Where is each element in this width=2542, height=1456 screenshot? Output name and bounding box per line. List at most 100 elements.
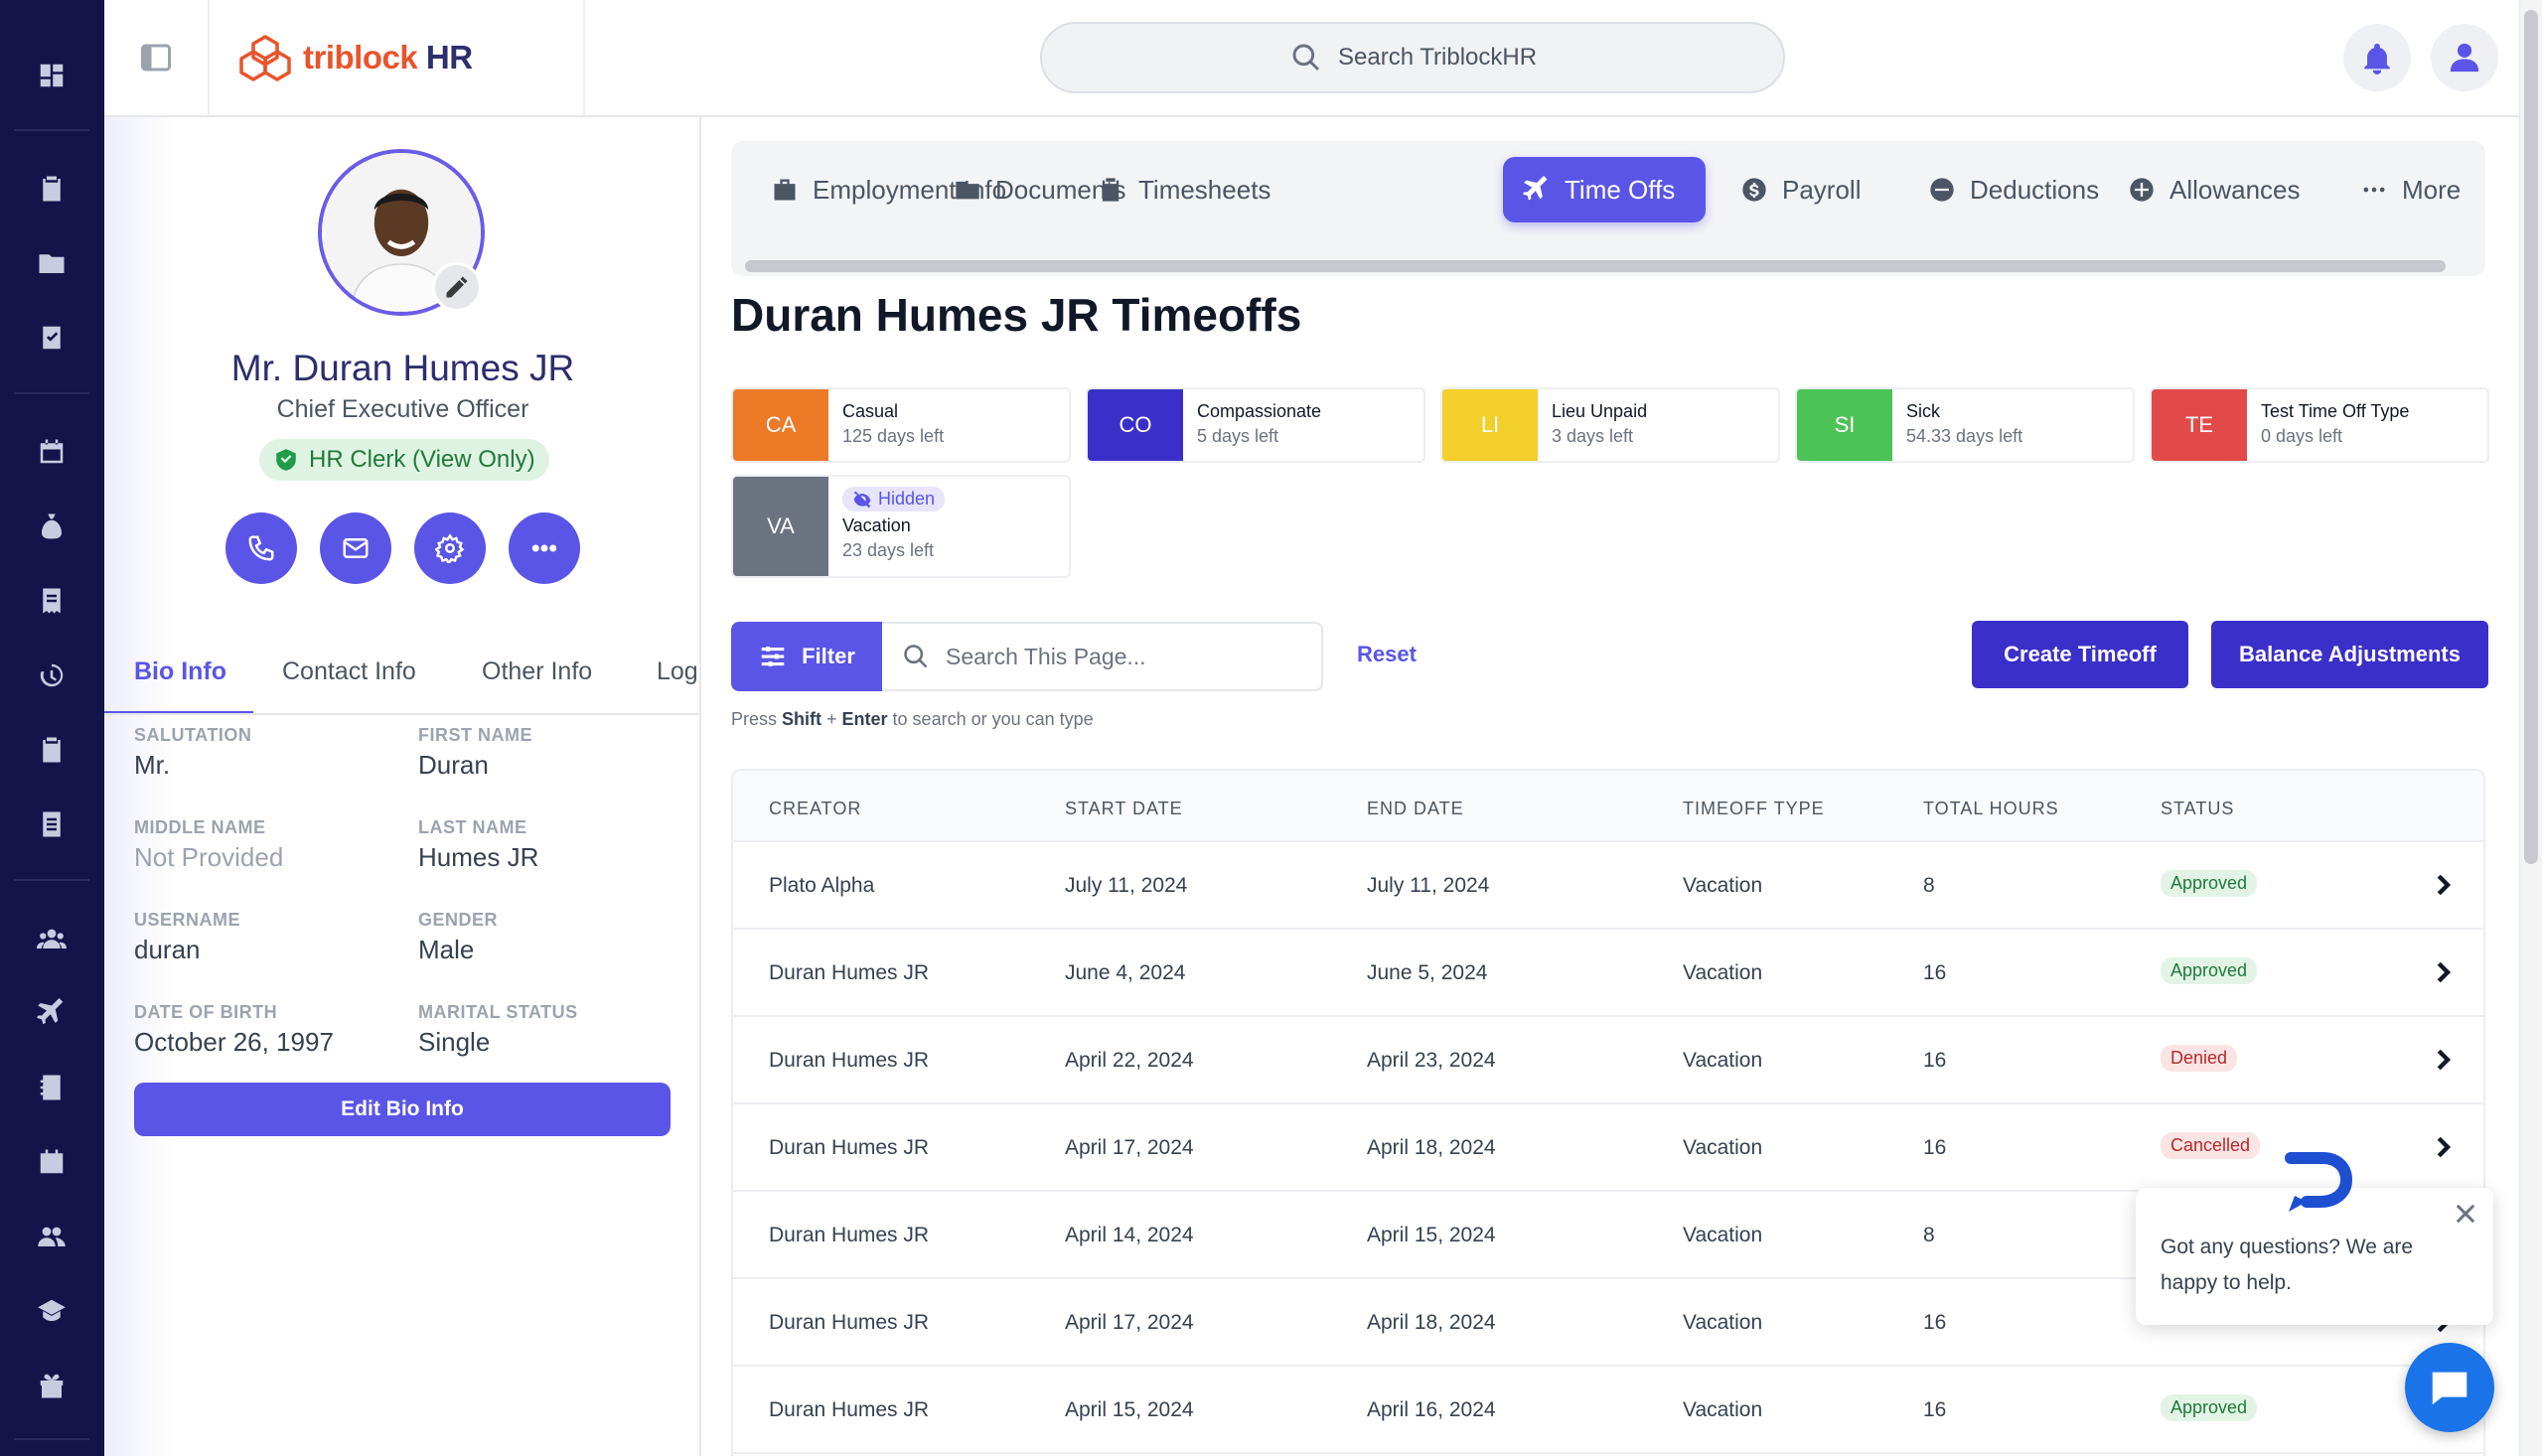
- sidebar-toggle-icon: [141, 44, 171, 72]
- reset-link[interactable]: Reset: [1357, 642, 1417, 667]
- cell-total-hours: 16: [1923, 961, 1947, 984]
- search-icon: [1292, 44, 1320, 72]
- folder-icon[interactable]: [34, 245, 70, 281]
- tab-payroll[interactable]: Payroll: [1720, 157, 1880, 222]
- contact-book-icon[interactable]: [34, 1070, 70, 1105]
- cell-start-date: April 15, 2024: [1065, 1398, 1194, 1421]
- money-bag-icon[interactable]: [34, 509, 70, 544]
- call-button[interactable]: [225, 512, 297, 584]
- column-status[interactable]: STATUS: [2161, 799, 2234, 819]
- tab-allowances[interactable]: Allowances: [2108, 157, 2320, 222]
- cell-end-date: April 18, 2024: [1367, 1136, 1496, 1159]
- cell-timeoff-type: Vacation: [1683, 1049, 1763, 1072]
- timeoff-card-compassionate[interactable]: CO Compassionate 5 days left: [1086, 387, 1425, 463]
- column-start-date[interactable]: START DATE: [1065, 799, 1183, 819]
- plus-circle-icon: [2130, 178, 2154, 202]
- table-row[interactable]: Duran Humes JR April 17, 2024 April 18, 20…: [733, 1104, 2483, 1192]
- cell-creator: Duran Humes JR: [769, 961, 930, 984]
- plane-icon: [1523, 176, 1548, 201]
- more-dots-icon: [531, 544, 557, 552]
- cell-total-hours: 16: [1923, 1136, 1947, 1159]
- cell-timeoff-type: Vacation: [1683, 1311, 1763, 1334]
- tab-more[interactable]: More: [2340, 157, 2480, 222]
- brand-logo[interactable]: triblock HR: [210, 0, 585, 115]
- settings-button[interactable]: [414, 512, 486, 584]
- team-icon[interactable]: [34, 1219, 70, 1254]
- graduation-cap-icon[interactable]: [34, 1293, 70, 1329]
- history-icon[interactable]: [34, 657, 70, 693]
- tab-log[interactable]: Log: [657, 628, 698, 713]
- receipt-icon[interactable]: [34, 583, 70, 619]
- tab-deductions[interactable]: Deductions: [1908, 157, 2119, 222]
- timeoff-card-lieu-unpaid[interactable]: LI Lieu Unpaid 3 days left: [1440, 387, 1780, 463]
- briefcase-icon: [774, 179, 796, 201]
- table-row[interactable]: Duran Humes JR April 22, 2024 April 23, 20…: [733, 1017, 2483, 1104]
- dashboard-icon[interactable]: [34, 58, 70, 93]
- document-icon[interactable]: [34, 806, 70, 842]
- cell-start-date: June 4, 2024: [1065, 961, 1186, 984]
- tab-timesheets[interactable]: Timesheets: [1077, 157, 1290, 222]
- active-tab-indicator: [104, 711, 253, 713]
- tab-contact-info[interactable]: Contact Info: [282, 628, 416, 713]
- tab-other-info[interactable]: Other Info: [482, 628, 592, 713]
- page-search-input[interactable]: [946, 643, 1283, 670]
- chat-launcher-button[interactable]: [2405, 1343, 2494, 1432]
- timeoff-card-test[interactable]: TE Test Time Off Type 0 days left: [2150, 387, 2489, 463]
- tabs-scrollbar[interactable]: [745, 260, 2446, 272]
- table-row[interactable]: Duran Humes JR June 4, 2024 June 5, 2024 Va…: [733, 930, 2483, 1017]
- chevron-right-icon[interactable]: [2428, 1045, 2458, 1075]
- calendar-grid-icon[interactable]: [34, 1144, 70, 1180]
- gear-icon: [435, 533, 465, 563]
- global-search[interactable]: Search TriblockHR: [1040, 22, 1785, 93]
- eye-off-icon: [853, 491, 871, 508]
- cell-start-date: April 17, 2024: [1065, 1136, 1194, 1159]
- task-check-icon[interactable]: [34, 320, 70, 356]
- tab-bio-info[interactable]: Bio Info: [134, 628, 226, 713]
- edit-bio-button[interactable]: Edit Bio Info: [134, 1083, 671, 1136]
- timeoff-card-sick[interactable]: SI Sick 54.33 days left: [1795, 387, 2135, 463]
- cell-creator: Duran Humes JR: [769, 1224, 930, 1246]
- chat-close-button[interactable]: [2452, 1200, 2479, 1228]
- email-button[interactable]: [320, 512, 391, 584]
- clipboard-list-icon[interactable]: [34, 732, 70, 768]
- cell-timeoff-type: Vacation: [1683, 1224, 1763, 1246]
- more-actions-button[interactable]: [509, 512, 580, 584]
- tab-time-offs[interactable]: Time Offs: [1503, 157, 1706, 222]
- timeoff-card-vacation[interactable]: VA Hidden Vacation 23 days left: [731, 475, 1071, 578]
- chat-brand-icon: [2277, 1150, 2353, 1220]
- column-creator[interactable]: CREATOR: [769, 799, 861, 819]
- cell-total-hours: 16: [1923, 1311, 1947, 1334]
- chevron-right-icon[interactable]: [2428, 870, 2458, 900]
- column-timeoff-type[interactable]: TIMEOFF TYPE: [1683, 799, 1825, 819]
- last-name-field: LAST NAME Humes JR: [418, 817, 539, 872]
- chevron-right-icon[interactable]: [2428, 1132, 2458, 1162]
- users-icon[interactable]: [34, 921, 70, 956]
- plane-icon[interactable]: [34, 995, 70, 1031]
- hidden-badge: Hidden: [842, 487, 946, 511]
- create-timeoff-button[interactable]: Create Timeoff: [1972, 621, 2188, 688]
- cell-creator: Duran Humes JR: [769, 1136, 930, 1159]
- table-row[interactable]: Duran Humes JR April 15, 2024 April 16, 20…: [733, 1367, 2483, 1454]
- edit-avatar-button[interactable]: [432, 262, 482, 312]
- user-menu-button[interactable]: [2431, 24, 2498, 91]
- clipboard-icon[interactable]: [34, 171, 70, 207]
- status-badge: Cancelled: [2161, 1132, 2261, 1159]
- notifications-button[interactable]: [2343, 24, 2411, 91]
- sidebar-toggle-button[interactable]: [104, 0, 210, 115]
- column-end-date[interactable]: END DATE: [1367, 799, 1464, 819]
- column-total-hours[interactable]: TOTAL HOURS: [1923, 799, 2059, 819]
- page-scrollbar-thumb[interactable]: [2524, 10, 2538, 864]
- chevron-right-icon[interactable]: [2428, 957, 2458, 987]
- page-scrollbar[interactable]: [2519, 0, 2542, 1456]
- timeoff-card-casual[interactable]: CA Casual 125 days left: [731, 387, 1071, 463]
- table-row[interactable]: Plato Alpha July 11, 2024 July 11, 2024 Vac…: [733, 842, 2483, 930]
- balance-adjustments-button[interactable]: Balance Adjustments: [2211, 621, 2488, 688]
- folder-icon: [956, 181, 979, 200]
- cell-end-date: June 5, 2024: [1367, 961, 1488, 984]
- page-search[interactable]: [882, 622, 1323, 691]
- gift-icon[interactable]: [34, 1368, 70, 1403]
- filter-button[interactable]: Filter: [731, 622, 882, 691]
- status-badge: Approved: [2161, 870, 2258, 897]
- cell-creator: Plato Alpha: [769, 874, 875, 897]
- calendar-icon[interactable]: [34, 434, 70, 470]
